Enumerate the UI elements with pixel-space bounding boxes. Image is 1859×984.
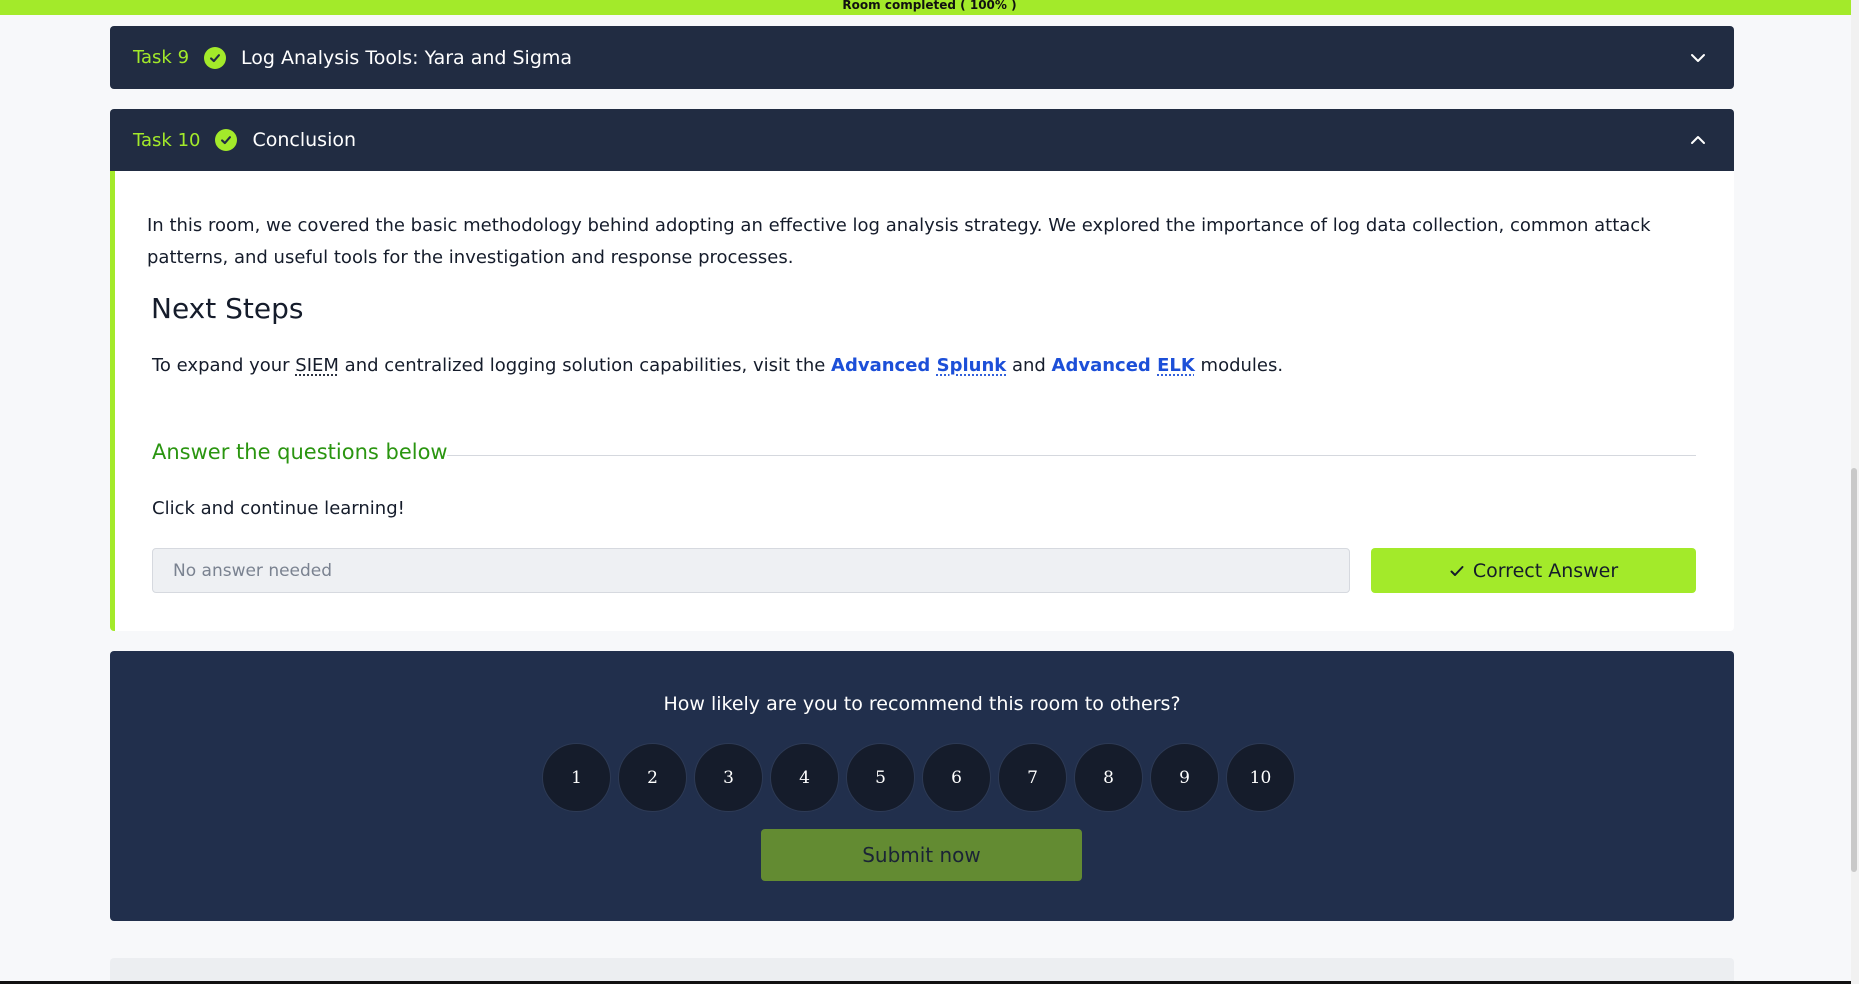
next-steps-and: and — [1006, 355, 1052, 376]
rating-button-7[interactable]: 7 — [998, 743, 1067, 812]
rating-button-10[interactable]: 10 — [1226, 743, 1295, 812]
rating-scale: 1 2 3 4 5 6 7 8 9 10 — [542, 743, 1295, 812]
rating-button-3[interactable]: 3 — [694, 743, 763, 812]
advanced-splunk-link[interactable]: Advanced Splunk — [831, 355, 1006, 376]
progress-banner: Room completed ( 100% ) — [0, 0, 1859, 15]
siem-abbr: SIEM — [295, 355, 339, 376]
task-9-header[interactable]: Task 9 Log Analysis Tools: Yara and Sigm… — [110, 26, 1734, 89]
correct-answer-label: Correct Answer — [1472, 559, 1619, 582]
submit-rating-button[interactable]: Submit now — [761, 829, 1082, 881]
chevron-up-icon[interactable] — [1688, 130, 1708, 150]
correct-answer-button[interactable]: Correct Answer — [1371, 548, 1696, 593]
recommend-panel: How likely are you to recommend this roo… — [110, 651, 1734, 921]
task-title: Log Analysis Tools: Yara and Sigma — [241, 46, 573, 69]
task-number: Task 10 — [133, 129, 201, 151]
rating-button-9[interactable]: 9 — [1150, 743, 1219, 812]
next-steps-heading: Next Steps — [151, 292, 304, 325]
next-steps-text: To expand your SIEM and centralized logg… — [152, 350, 1283, 382]
link-abbr: Splunk — [936, 355, 1007, 376]
divider — [447, 455, 1696, 456]
advanced-elk-link[interactable]: Advanced ELK — [1052, 355, 1195, 376]
question-text: Click and continue learning! — [152, 498, 405, 519]
checkmark-icon — [1450, 565, 1464, 576]
chevron-down-icon[interactable] — [1688, 48, 1708, 68]
task-10-header[interactable]: Task 10 Conclusion — [110, 109, 1734, 171]
rating-button-6[interactable]: 6 — [922, 743, 991, 812]
rating-button-4[interactable]: 4 — [770, 743, 839, 812]
task-title: Conclusion — [252, 129, 357, 151]
recommend-question: How likely are you to recommend this roo… — [663, 693, 1181, 715]
next-steps-suffix: modules. — [1194, 355, 1284, 376]
answer-questions-heading: Answer the questions below — [152, 440, 448, 464]
link-abbr: ELK — [1157, 355, 1195, 376]
answer-input[interactable] — [152, 548, 1350, 593]
link-word: Advanced — [1051, 355, 1151, 376]
conclusion-paragraph: In this room, we covered the basic metho… — [147, 215, 1651, 268]
scrollbar-thumb[interactable] — [1851, 468, 1857, 872]
next-steps-middle: and centralized logging solution capabil… — [338, 355, 832, 376]
check-circle-icon — [204, 46, 227, 69]
link-word: Advanced — [831, 355, 931, 376]
task-number: Task 9 — [133, 47, 190, 68]
next-steps-prefix: To expand your — [152, 355, 296, 376]
rating-button-8[interactable]: 8 — [1074, 743, 1143, 812]
rating-button-2[interactable]: 2 — [618, 743, 687, 812]
check-circle-icon — [215, 129, 238, 151]
rating-button-1[interactable]: 1 — [542, 743, 611, 812]
rating-button-5[interactable]: 5 — [846, 743, 915, 812]
